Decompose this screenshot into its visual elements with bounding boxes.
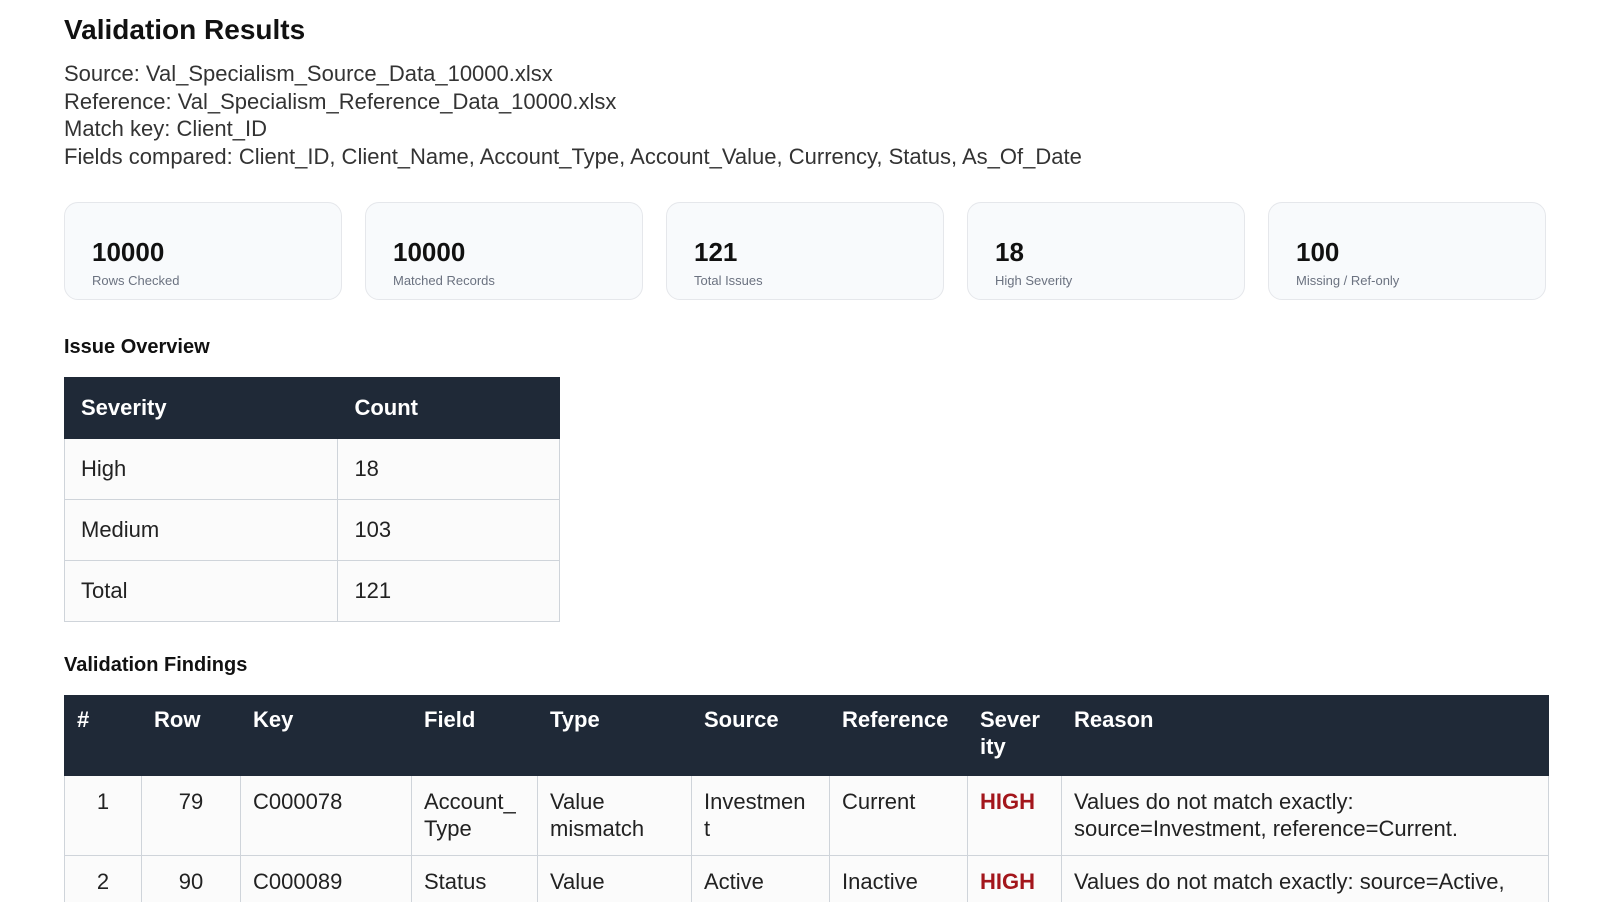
severity-cell: Total — [63, 560, 339, 622]
summary-card-total-issues: 121 Total Issues — [666, 202, 944, 300]
number-cell: 2 — [64, 855, 142, 902]
row-cell: 79 — [141, 775, 241, 856]
table-header-row: Severity Count — [63, 377, 560, 439]
count-cell: 103 — [337, 499, 560, 561]
reference-cell: Inactive — [829, 855, 968, 902]
source-cell: Investmen t — [691, 775, 830, 856]
match-key-line: Match key: Client_ID — [64, 116, 267, 141]
number-cell: 1 — [64, 775, 142, 856]
card-label: Rows Checked — [92, 273, 180, 288]
card-value: 10000 — [393, 237, 466, 267]
card-label: Total Issues — [694, 273, 763, 288]
row-cell: 90 — [141, 855, 241, 902]
reason-cell: Values do not match exactly: source=Acti… — [1061, 855, 1549, 902]
table-row: Total 121 — [63, 560, 560, 622]
cell-line: source=Investment, reference=Current. — [1074, 816, 1458, 841]
reason-cell: Values do not match exactly: source=Inves… — [1061, 775, 1549, 856]
validation-report: Validation Results Source: Val_Specialis… — [0, 0, 1600, 902]
column-header-row: Row — [141, 695, 241, 776]
column-header-key: Key — [240, 695, 412, 776]
column-header-number: # — [64, 695, 142, 776]
summary-cards: 10000 Rows Checked 10000 Matched Records… — [64, 202, 1548, 300]
key-cell: C000078 — [240, 775, 412, 856]
card-label: High Severity — [995, 273, 1073, 288]
severity-badge: HIGH — [967, 855, 1062, 902]
summary-card-missing-ref-only: 100 Missing / Ref-only — [1268, 202, 1546, 300]
column-header-type: Type — [537, 695, 692, 776]
reference-file-line: Reference: Val_Specialism_Reference_Data… — [64, 88, 617, 114]
card-value: 10000 — [92, 237, 165, 267]
validation-findings-heading: Validation Findings — [64, 654, 248, 676]
field-cell: Status — [411, 855, 538, 902]
summary-card-matched-records: 10000 Matched Records — [365, 202, 643, 300]
cell-line: Value — [550, 789, 605, 814]
severity-badge: HIGH — [967, 775, 1062, 856]
column-header-field: Field — [411, 695, 538, 776]
type-cell: Value mismatch — [537, 775, 692, 856]
column-header-severity: Severity — [967, 695, 1062, 776]
report-metadata: Source: Val_Specialism_Source_Data_10000… — [64, 60, 1082, 170]
cell-line: Account_ — [424, 789, 516, 814]
cell-line: mismatch — [550, 816, 645, 841]
cell-line: t — [704, 816, 711, 841]
card-label: Missing / Ref-only — [1296, 273, 1400, 288]
key-cell: C000089 — [240, 855, 412, 902]
severity-cell: Medium — [63, 499, 339, 561]
column-header-count: Count — [337, 377, 560, 439]
issue-overview-table: Severity Count High 18 Medium 103 Total … — [63, 377, 560, 622]
count-cell: 121 — [337, 560, 560, 622]
table-header-row: # Row Key Field Type Source Reference Se… — [64, 695, 1549, 776]
card-value: 121 — [694, 237, 738, 267]
card-label: Matched Records — [393, 273, 495, 288]
source-cell: Active — [691, 855, 830, 902]
header-text-line: Sever — [980, 707, 1040, 732]
table-row: Medium 103 — [63, 499, 560, 561]
source-file-line: Source: Val_Specialism_Source_Data_10000… — [64, 61, 553, 86]
severity-cell: High — [63, 438, 339, 500]
card-value: 100 — [1296, 237, 1340, 267]
cell-line: Investmen — [704, 789, 806, 814]
issue-overview-heading: Issue Overview — [64, 336, 210, 358]
count-cell: 18 — [337, 438, 560, 500]
header-text-line: ity — [980, 734, 1006, 759]
fields-compared-line: Fields compared: Client_ID, Client_Name,… — [64, 143, 1082, 169]
card-value: 18 — [995, 237, 1024, 267]
table-row: 1 79 C000078 Account_ Type Value mismatch … — [64, 775, 1549, 856]
column-header-source: Source — [691, 695, 830, 776]
table-row: 2 90 C000089 Status Value Active Inactiv… — [64, 855, 1549, 902]
type-cell: Value — [537, 855, 692, 902]
summary-card-rows-checked: 10000 Rows Checked — [64, 202, 342, 300]
field-cell: Account_ Type — [411, 775, 538, 856]
reference-cell: Current — [829, 775, 968, 856]
column-header-reason: Reason — [1061, 695, 1549, 776]
cell-line: Values do not match exactly: — [1074, 789, 1354, 814]
page-title: Validation Results — [64, 14, 306, 45]
validation-findings-table: # Row Key Field Type Source Reference Se… — [64, 695, 1549, 902]
summary-card-high-severity: 18 High Severity — [967, 202, 1245, 300]
column-header-severity: Severity — [63, 377, 339, 439]
column-header-reference: Reference — [829, 695, 968, 776]
cell-line: Type — [424, 816, 472, 841]
table-row: High 18 — [63, 438, 560, 500]
